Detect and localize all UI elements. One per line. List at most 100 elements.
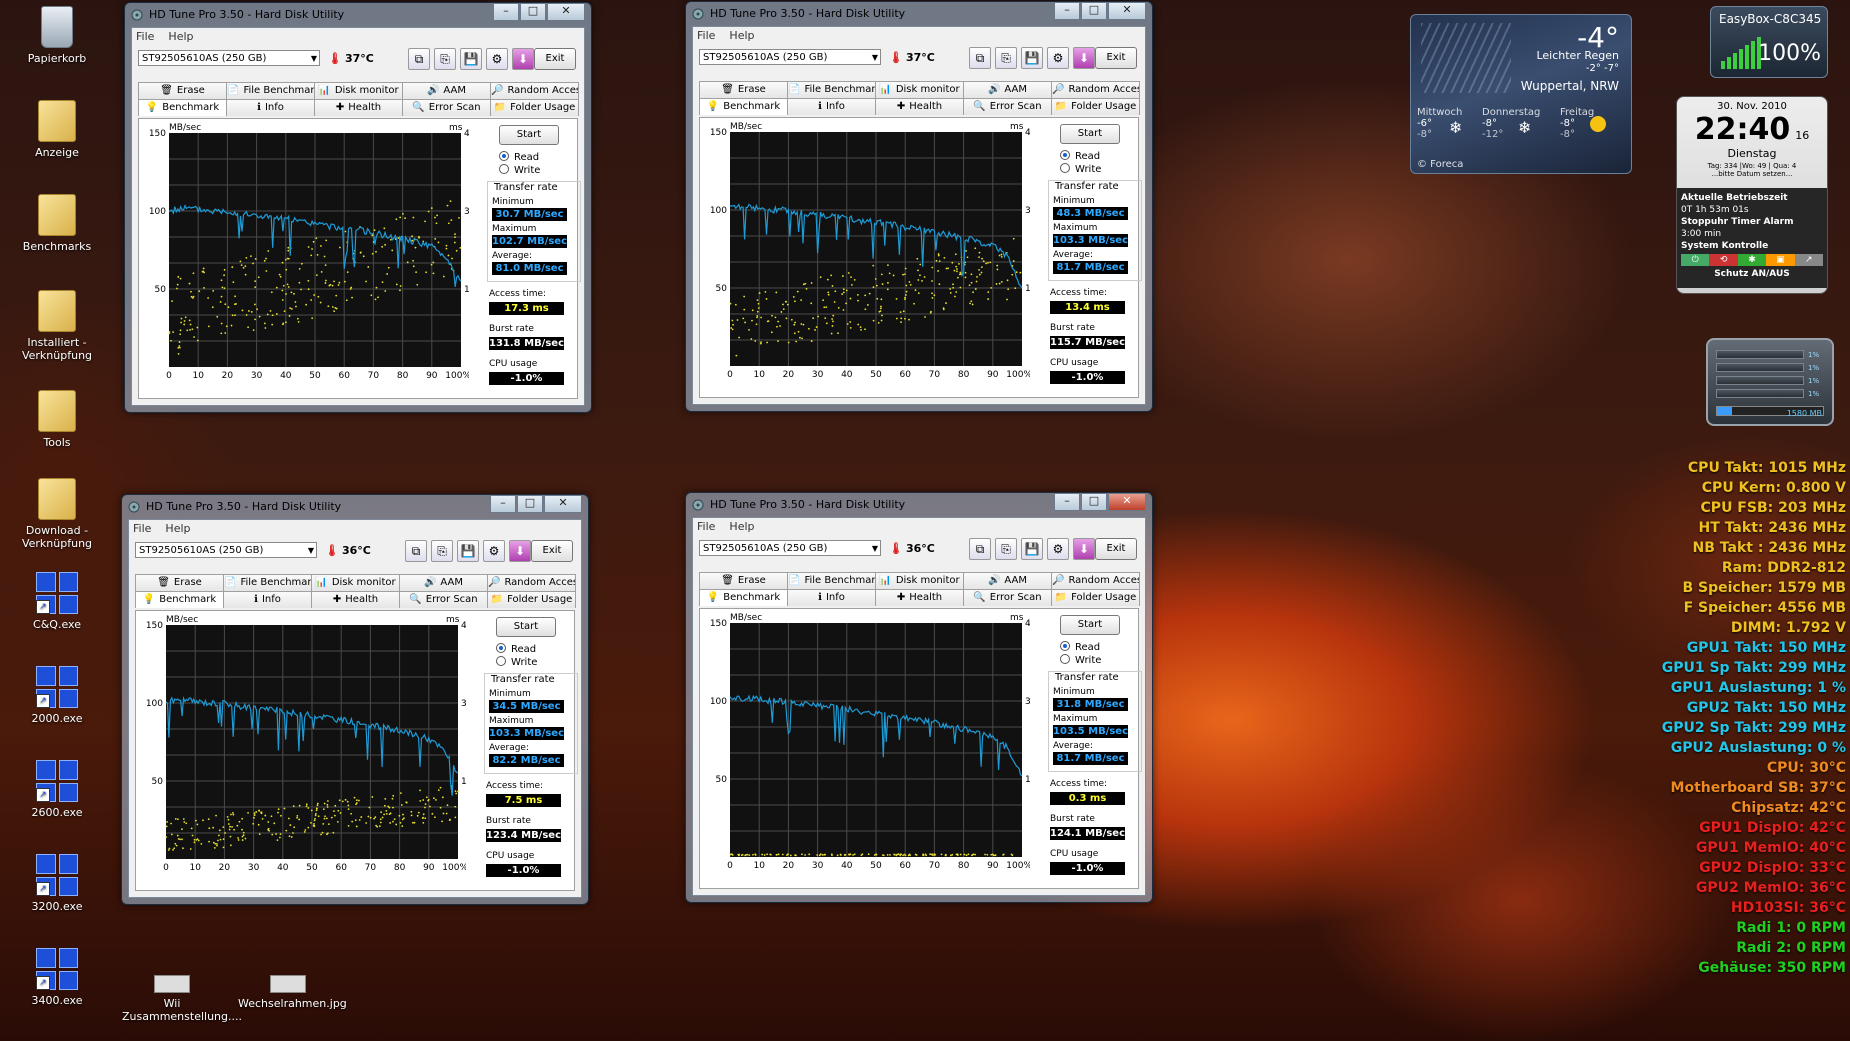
read-radio[interactable]: Read: [1060, 641, 1142, 654]
hdtune-window[interactable]: HD Tune Pro 3.50 - Hard Disk Utility – □ ✕ F…: [685, 492, 1153, 903]
maximize-button[interactable]: □: [517, 495, 543, 513]
desktop-icon[interactable]: Installiert - Verknüpfung: [7, 290, 107, 362]
window-titlebar[interactable]: HD Tune Pro 3.50 - Hard Disk Utility – □ ✕: [125, 3, 591, 27]
tab-aam[interactable]: 🔊 AAM: [963, 572, 1052, 589]
copy-info-icon[interactable]: ⧉: [969, 47, 991, 69]
tab-file-benchmark[interactable]: 📄 File Benchmark: [787, 572, 876, 589]
desktop-icon[interactable]: ↗ C&Q.exe: [7, 572, 107, 631]
tab-benchmark[interactable]: 💡 Benchmark: [138, 99, 227, 116]
write-radio[interactable]: Write: [1060, 163, 1142, 176]
download-icon[interactable]: ⬇: [512, 48, 534, 70]
close-button[interactable]: ✕: [547, 3, 585, 21]
tab-aam[interactable]: 🔊 AAM: [402, 82, 491, 99]
desktop-icon[interactable]: Anzeige: [7, 100, 107, 159]
hdtune-window[interactable]: HD Tune Pro 3.50 - Hard Disk Utility – □ ✕ F…: [685, 1, 1153, 412]
clock-gadget[interactable]: 30. Nov. 2010 22:40 16 Dienstag Tag: 334…: [1676, 96, 1828, 294]
copy-info-icon[interactable]: ⧉: [408, 48, 430, 70]
tab-aam[interactable]: 🔊 AAM: [963, 81, 1052, 98]
desktop-icon[interactable]: ↗ 3400.exe: [7, 948, 107, 1007]
download-icon[interactable]: ⬇: [1073, 47, 1095, 69]
start-button[interactable]: Start: [1060, 124, 1120, 144]
tab-benchmark[interactable]: 💡 Benchmark: [699, 589, 788, 606]
tab-folder-usage[interactable]: 📁 Folder Usage: [1051, 98, 1140, 115]
tab-erase[interactable]: 🗑 Erase: [138, 82, 227, 99]
download-icon[interactable]: ⬇: [1073, 538, 1095, 560]
protect-toggle[interactable]: Schutz AN/AUS: [1681, 268, 1823, 280]
window-titlebar[interactable]: HD Tune Pro 3.50 - Hard Disk Utility – □ ✕: [686, 493, 1152, 517]
minimize-button[interactable]: –: [1054, 2, 1080, 20]
desktop-icon[interactable]: ↗ 2600.exe: [7, 760, 107, 819]
start-button[interactable]: Start: [496, 617, 556, 637]
close-button[interactable]: ✕: [1108, 493, 1146, 511]
menu-file[interactable]: File: [697, 29, 715, 42]
restart-icon[interactable]: ⟲: [1709, 254, 1738, 266]
tab-health[interactable]: ✚ Health: [314, 99, 403, 116]
options-icon[interactable]: ⚙: [1047, 47, 1069, 69]
tab-disk-monitor[interactable]: 📊 Disk monitor: [875, 572, 964, 589]
maximize-button[interactable]: □: [520, 3, 546, 21]
copy-screenshot-icon[interactable]: ⎘: [995, 47, 1017, 69]
desktop-icon[interactable]: ↗ 3200.exe: [7, 854, 107, 913]
desktop-icon[interactable]: Download - Verknüpfung: [7, 478, 107, 550]
desktop-file-wechselrahmen[interactable]: Wechselrahmen.jpg: [238, 975, 347, 1010]
menu-help[interactable]: Help: [165, 522, 190, 535]
desktop-icon[interactable]: Tools: [7, 390, 107, 449]
minimize-button[interactable]: –: [1054, 493, 1080, 511]
exit-button[interactable]: Exit: [1095, 538, 1137, 560]
read-radio[interactable]: Read: [499, 151, 581, 164]
tab-info[interactable]: ℹ Info: [223, 591, 312, 608]
menu-file[interactable]: File: [697, 520, 715, 533]
save-icon[interactable]: 💾: [1021, 538, 1043, 560]
wifi-gadget[interactable]: EasyBox-C8C345 100%: [1710, 6, 1828, 78]
tab-disk-monitor[interactable]: 📊 Disk monitor: [875, 81, 964, 98]
desktop-icon[interactable]: Benchmarks: [7, 194, 107, 253]
options-icon[interactable]: ⚙: [483, 540, 505, 562]
weather-gadget[interactable]: -4° Leichter Regen -2° -7° Wuppertal, NR…: [1410, 14, 1632, 174]
write-radio[interactable]: Write: [496, 656, 578, 669]
copy-info-icon[interactable]: ⧉: [405, 540, 427, 562]
drive-select[interactable]: ST92505610AS (250 GB) ▼: [135, 542, 317, 558]
timer-tabs[interactable]: Stoppuhr Timer Alarm: [1681, 216, 1823, 228]
menu-help[interactable]: Help: [729, 29, 754, 42]
tab-benchmark[interactable]: 💡 Benchmark: [135, 591, 224, 608]
sleep-icon[interactable]: ✱: [1737, 254, 1767, 266]
tab-error-scan[interactable]: 🔍 Error Scan: [963, 589, 1052, 606]
tab-erase[interactable]: 🗑 Erase: [135, 574, 224, 591]
drive-select[interactable]: ST92505610AS (250 GB) ▼: [138, 50, 320, 66]
tab-folder-usage[interactable]: 📁 Folder Usage: [487, 591, 576, 608]
minimize-button[interactable]: –: [493, 3, 519, 21]
tab-benchmark[interactable]: 💡 Benchmark: [699, 98, 788, 115]
desktop-icon[interactable]: Papierkorb: [7, 6, 107, 65]
read-radio[interactable]: Read: [1060, 150, 1142, 163]
tab-info[interactable]: ℹ Info: [226, 99, 315, 116]
maximize-button[interactable]: □: [1081, 2, 1107, 20]
tab-folder-usage[interactable]: 📁 Folder Usage: [490, 99, 579, 116]
copy-info-icon[interactable]: ⧉: [969, 538, 991, 560]
download-icon[interactable]: ⬇: [509, 540, 531, 562]
tab-folder-usage[interactable]: 📁 Folder Usage: [1051, 589, 1140, 606]
tab-health[interactable]: ✚ Health: [875, 589, 964, 606]
tab-erase[interactable]: 🗑 Erase: [699, 81, 788, 98]
exit-button[interactable]: Exit: [534, 48, 576, 70]
desktop-file-wii[interactable]: Wii Zusammenstellung....: [122, 975, 242, 1023]
write-radio[interactable]: Write: [499, 164, 581, 177]
tab-file-benchmark[interactable]: 📄 File Benchmark: [223, 574, 312, 591]
tab-erase[interactable]: 🗑 Erase: [699, 572, 788, 589]
exit-button[interactable]: Exit: [531, 540, 573, 562]
window-titlebar[interactable]: HD Tune Pro 3.50 - Hard Disk Utility – □ ✕: [122, 495, 588, 519]
copy-screenshot-icon[interactable]: ⎘: [431, 540, 453, 562]
tab-aam[interactable]: 🔊 AAM: [399, 574, 488, 591]
read-radio[interactable]: Read: [496, 643, 578, 656]
power-icon[interactable]: ⏻: [1681, 254, 1710, 266]
tab-error-scan[interactable]: 🔍 Error Scan: [963, 98, 1052, 115]
menu-help[interactable]: Help: [168, 30, 193, 43]
maximize-button[interactable]: □: [1081, 493, 1107, 511]
menu-help[interactable]: Help: [729, 520, 754, 533]
lock-icon[interactable]: ▣: [1766, 254, 1795, 266]
start-button[interactable]: Start: [1060, 615, 1120, 635]
save-icon[interactable]: 💾: [460, 48, 482, 70]
tab-random-access[interactable]: 🔎 Random Access: [1051, 81, 1140, 98]
close-button[interactable]: ✕: [544, 495, 582, 513]
save-icon[interactable]: 💾: [457, 540, 479, 562]
hdtune-window[interactable]: HD Tune Pro 3.50 - Hard Disk Utility – □ ✕ F…: [124, 2, 592, 413]
